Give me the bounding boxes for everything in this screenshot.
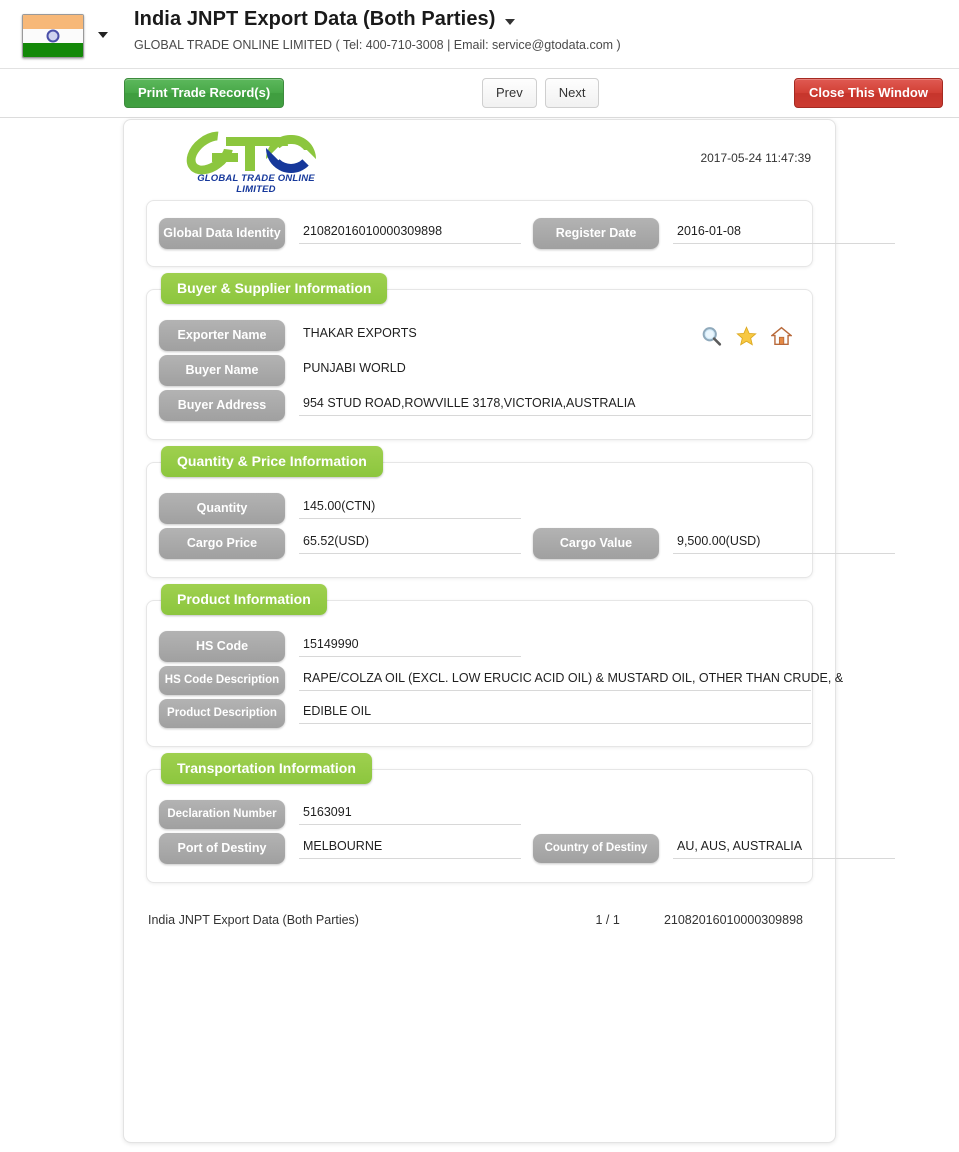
india-flag-icon[interactable]: [22, 14, 84, 58]
footer-page-number: 1 / 1: [595, 913, 620, 927]
buyer-name-label: Buyer Name: [159, 355, 285, 386]
transportation-title: Transportation Information: [161, 753, 372, 784]
cargo-price-field: Cargo Price 65.52(USD): [147, 528, 521, 559]
buyer-address-value: 954 STUD ROAD,ROWVILLE 3178,VICTORIA,AUS…: [299, 396, 811, 416]
quantity-row: Quantity 145.00(CTN): [147, 493, 812, 524]
identity-row: Global Data Identity 2108201601000030989…: [147, 218, 895, 249]
product-description-value: EDIBLE OIL: [299, 704, 811, 724]
cargo-price-label: Cargo Price: [159, 528, 285, 559]
sheet-footer: India JNPT Export Data (Both Parties) 1 …: [146, 913, 813, 927]
gto-logo: GLOBAL TRADE ONLINE LIMITED: [178, 122, 330, 195]
country-of-destiny-label: Country of Destiny: [533, 834, 659, 863]
cargo-value-field: Cargo Value 9,500.00(USD): [521, 528, 895, 559]
declaration-number-field: Declaration Number 5163091: [147, 800, 521, 829]
logo-letter-t-stem: [245, 137, 255, 171]
product-description-row: Product Description EDIBLE OIL: [147, 699, 812, 728]
close-window-button[interactable]: Close This Window: [793, 78, 943, 108]
home-icon[interactable]: [769, 325, 794, 346]
chevron-down-icon[interactable]: [98, 32, 108, 38]
hs-code-field: HS Code 15149990: [147, 631, 521, 662]
global-data-identity-field: Global Data Identity 2108201601000030989…: [147, 218, 521, 249]
logo-letter-g-bar: [212, 153, 238, 162]
buyer-name-field: Buyer Name PUNJABI WORLD: [147, 355, 406, 386]
next-button[interactable]: Next: [544, 78, 600, 108]
hs-code-row: HS Code 15149990: [147, 631, 812, 662]
declaration-number-label: Declaration Number: [159, 800, 285, 829]
port-of-destiny-field: Port of Destiny MELBOURNE: [147, 833, 521, 864]
country-of-destiny-field: Country of Destiny AU, AUS, AUSTRALIA: [521, 834, 895, 863]
product-description-label: Product Description: [159, 699, 285, 728]
toolbar: Print Trade Record(s) Prev Next Close Th…: [0, 68, 959, 118]
flag-stripe-green: [23, 43, 83, 57]
buyer-supplier-title: Buyer & Supplier Information: [161, 273, 388, 304]
hs-code-description-field: HS Code Description RAPE/COLZA OIL (EXCL…: [147, 666, 843, 695]
declaration-number-value: 5163091: [299, 805, 521, 825]
hs-code-label: HS Code: [159, 631, 285, 662]
pagination-controls: Prev Next: [482, 78, 600, 108]
cargo-value-label: Cargo Value: [533, 528, 659, 559]
declaration-number-row: Declaration Number 5163091: [147, 800, 812, 829]
exporter-name-row: Exporter Name THAKAR EXPORTS: [147, 320, 812, 351]
page-title: India JNPT Export Data (Both Parties): [134, 8, 621, 31]
identity-panel: Global Data Identity 2108201601000030989…: [146, 200, 895, 267]
product-description-field: Product Description EDIBLE OIL: [147, 699, 811, 728]
buyer-name-row: Buyer Name PUNJABI WORLD: [147, 355, 812, 386]
cargo-price-value: 65.52(USD): [299, 534, 521, 554]
print-trade-records-button[interactable]: Print Trade Record(s): [124, 78, 285, 108]
footer-dataset-name: India JNPT Export Data (Both Parties): [148, 913, 359, 927]
cargo-price-row: Cargo Price 65.52(USD) Cargo Value 9,500…: [147, 528, 895, 559]
buyer-address-label: Buyer Address: [159, 390, 285, 421]
quantity-value: 145.00(CTN): [299, 499, 521, 519]
port-of-destiny-value: MELBOURNE: [299, 839, 521, 859]
port-of-destiny-row: Port of Destiny MELBOURNE Country of Des…: [147, 833, 895, 864]
buyer-supplier-panel: Buyer & Supplier Information Exporter Na…: [146, 273, 813, 440]
product-panel: Product Information HS Code 15149990 HS …: [146, 584, 843, 747]
exporter-name-value: THAKAR EXPORTS: [303, 326, 417, 340]
flag-stripe-saffron: [23, 15, 83, 29]
global-data-identity-value: 21082016010000309898: [299, 224, 521, 244]
register-date-value: 2016-01-08: [673, 224, 895, 244]
star-icon[interactable]: [736, 325, 757, 346]
register-date-label: Register Date: [533, 218, 659, 249]
exporter-name-label: Exporter Name: [159, 320, 285, 351]
page-title-text: India JNPT Export Data (Both Parties): [134, 8, 496, 30]
report-timestamp: 2017-05-24 11:47:39: [700, 151, 811, 165]
hs-code-description-row: HS Code Description RAPE/COLZA OIL (EXCL…: [147, 666, 843, 695]
quantity-price-panel: Quantity & Price Information Quantity 14…: [146, 446, 895, 578]
hs-code-description-value: RAPE/COLZA OIL (EXCL. LOW ERUCIC ACID OI…: [299, 671, 843, 691]
record-sheet: GLOBAL TRADE ONLINE LIMITED 2017-05-24 1…: [123, 119, 895, 1143]
prev-button[interactable]: Prev: [482, 78, 537, 108]
footer-record-id: 21082016010000309898: [663, 913, 803, 927]
buyer-address-field: Buyer Address 954 STUD ROAD,ROWVILLE 317…: [147, 390, 811, 421]
quantity-field: Quantity 145.00(CTN): [147, 493, 521, 524]
port-of-destiny-label: Port of Destiny: [159, 833, 285, 864]
transportation-panel: Transportation Information Declaration N…: [146, 753, 895, 883]
buyer-address-row: Buyer Address 954 STUD ROAD,ROWVILLE 317…: [147, 390, 812, 421]
sheet-header: GLOBAL TRADE ONLINE LIMITED 2017-05-24 1…: [124, 120, 835, 200]
hs-code-value: 15149990: [299, 637, 521, 657]
hs-code-description-label: HS Code Description: [159, 666, 285, 695]
title-block: India JNPT Export Data (Both Parties) GL…: [134, 8, 621, 52]
chevron-down-icon[interactable]: [504, 19, 515, 25]
quantity-price-title: Quantity & Price Information: [161, 446, 383, 477]
exporter-name-field: Exporter Name THAKAR EXPORTS: [147, 320, 417, 351]
global-data-identity-label: Global Data Identity: [159, 218, 285, 249]
record-action-icons: [701, 325, 794, 346]
country-of-destiny-value: AU, AUS, AUSTRALIA: [673, 839, 895, 859]
ashoka-chakra-icon: [46, 29, 60, 43]
register-date-field: Register Date 2016-01-08: [521, 218, 895, 249]
buyer-name-value: PUNJABI WORLD: [303, 361, 406, 375]
product-title: Product Information: [161, 584, 327, 615]
app-header: India JNPT Export Data (Both Parties) GL…: [0, 0, 959, 68]
company-contact-line: GLOBAL TRADE ONLINE LIMITED ( Tel: 400-7…: [134, 38, 621, 52]
logo-letter-o-blue: [266, 148, 316, 173]
cargo-value-value: 9,500.00(USD): [673, 534, 895, 554]
quantity-label: Quantity: [159, 493, 285, 524]
search-icon[interactable]: [701, 325, 722, 346]
logo-wordmark: GLOBAL TRADE ONLINE LIMITED: [197, 173, 315, 195]
gto-logo-mark: [178, 122, 330, 184]
